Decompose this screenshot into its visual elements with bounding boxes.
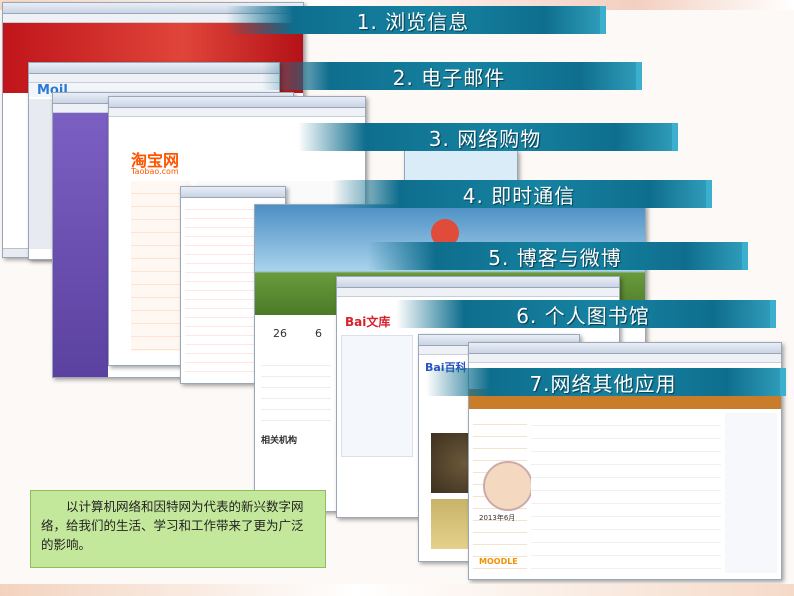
calendar-month: 2013年6月 bbox=[479, 514, 516, 522]
banner-6: 6. 个人图书馆 bbox=[396, 300, 776, 328]
blog-stat-1: 26 bbox=[273, 327, 287, 340]
summary-note: 以计算机网络和因特网为代表的新兴数字网络，给我们的生活、学习和工作带来了更为广泛… bbox=[30, 490, 326, 568]
banner-1: 1. 浏览信息 bbox=[226, 6, 606, 34]
moodle-badge: MOODLE bbox=[479, 557, 518, 566]
banner-4: 4. 即时通信 bbox=[332, 180, 712, 208]
banner-7: 7.网络其他应用 bbox=[426, 368, 786, 396]
taobao-sub: Taobao.com bbox=[131, 167, 179, 176]
banner-2: 2. 电子邮件 bbox=[262, 62, 642, 90]
friend-title: 相关机构 bbox=[261, 436, 298, 446]
slide: Moil 淘宝网 Taobao.com 26 6 相关机构 Bai文库 2013… bbox=[0, 0, 794, 596]
bottom-border-stripe bbox=[0, 584, 794, 596]
blog-stat-2: 6 bbox=[315, 327, 322, 340]
wenku-logo: Bai文库 bbox=[345, 315, 391, 329]
banner-5: 5. 博客与微博 bbox=[368, 242, 748, 270]
banner-3: 3. 网络购物 bbox=[298, 123, 678, 151]
